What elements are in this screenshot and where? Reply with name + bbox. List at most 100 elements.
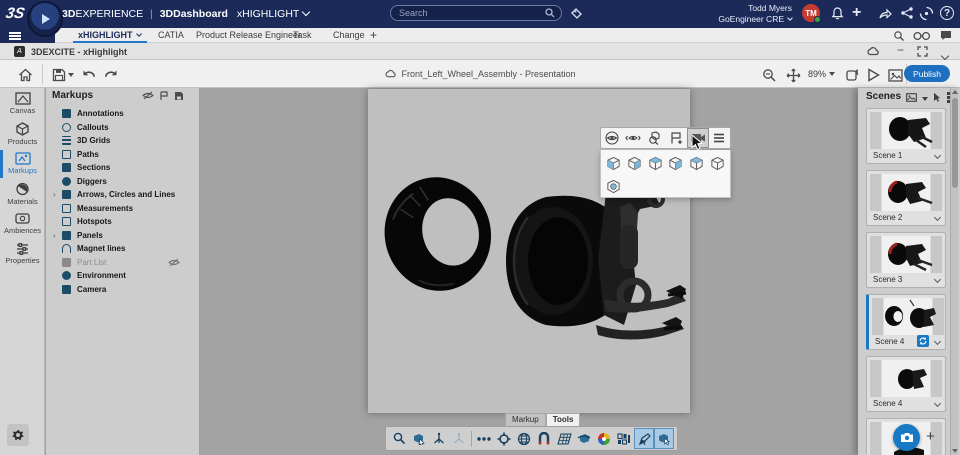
scene-card-3[interactable]: Scene 3 <box>866 232 946 288</box>
scene-card-4-selected[interactable]: Scene 4 <box>866 294 946 350</box>
capture-scene-button[interactable] <box>893 424 920 451</box>
axis-triad-disabled-icon[interactable] <box>449 428 469 449</box>
chevron-down-icon[interactable] <box>934 214 941 221</box>
scene-card-2[interactable]: Scene 2 <box>866 170 946 226</box>
tab-change[interactable]: Change <box>333 30 365 40</box>
scrollbar-thumb[interactable] <box>952 98 958 188</box>
markup-item-camera[interactable]: Camera <box>46 283 200 297</box>
zoom-level[interactable]: 89% <box>808 69 835 79</box>
tab-xhighlight[interactable]: xHIGHLIGHT <box>78 30 141 40</box>
markup-item-hotspots[interactable]: Hotspots <box>46 215 200 229</box>
panels-icon[interactable] <box>614 428 634 449</box>
tab-catia[interactable]: CATIA <box>158 30 184 40</box>
axis-triad-icon[interactable] <box>429 428 449 449</box>
view-bottom-cube-icon[interactable] <box>707 153 728 173</box>
view-back-cube-icon[interactable] <box>624 153 645 173</box>
zoom-icon[interactable] <box>760 66 778 84</box>
color-wheel-icon[interactable] <box>594 428 614 449</box>
notifications-bell-icon[interactable] <box>830 6 846 22</box>
chevron-down-icon[interactable] <box>934 276 941 283</box>
markup-item-annotations[interactable]: Annotations <box>46 107 200 121</box>
scroll-up-icon[interactable] <box>952 90 958 94</box>
markup-item-paths[interactable]: Paths <box>46 148 200 162</box>
fullscreen-icon[interactable] <box>917 46 928 57</box>
help-icon[interactable]: ? <box>940 6 954 20</box>
pointer-select-icon[interactable] <box>634 428 654 449</box>
zoom-icon[interactable] <box>389 428 409 449</box>
image-icon[interactable] <box>886 66 904 84</box>
avatar[interactable]: TM <box>802 4 820 22</box>
tab-task[interactable]: Task <box>293 30 312 40</box>
caret-down-icon[interactable] <box>922 97 928 101</box>
flag-icon[interactable] <box>159 91 169 101</box>
target-icon[interactable] <box>494 428 514 449</box>
global-search[interactable] <box>390 5 562 21</box>
sidebar-item-canvas[interactable]: Canvas <box>0 92 45 122</box>
chevron-down-icon[interactable] <box>934 338 941 345</box>
settings-gear-icon[interactable] <box>7 424 29 446</box>
sidebar-item-properties[interactable]: Properties <box>0 242 45 272</box>
share-icon[interactable] <box>878 6 894 22</box>
section-cube-icon[interactable] <box>574 428 594 449</box>
cube-zoom-icon[interactable] <box>644 128 666 148</box>
tab-product-release-engineer[interactable]: Product Release Engineer <box>196 30 301 40</box>
sidebar-item-materials[interactable]: Materials <box>0 182 45 212</box>
chat-icon[interactable] <box>940 30 952 41</box>
reader-glasses-icon[interactable] <box>913 31 931 41</box>
chevron-down-icon[interactable] <box>934 152 941 159</box>
markup-item-panels[interactable]: ›Panels <box>46 229 200 243</box>
view-left-cube-icon[interactable] <box>645 153 666 173</box>
hidden-eye-icon[interactable] <box>168 258 180 267</box>
manipulate-cube-icon[interactable] <box>409 428 429 449</box>
save-state-icon[interactable] <box>174 91 184 101</box>
compass-icon[interactable] <box>919 6 935 22</box>
magnet-icon[interactable] <box>534 428 554 449</box>
sidebar-item-markups[interactable]: Markups <box>0 152 45 182</box>
pan-icon[interactable] <box>784 66 802 84</box>
sync-icon[interactable] <box>917 335 929 347</box>
add-scene-button[interactable]: + <box>926 428 935 445</box>
scenes-scrollbar[interactable] <box>950 88 958 455</box>
turntable-icon[interactable] <box>842 66 860 84</box>
cloud-icon[interactable] <box>866 46 880 56</box>
view-iso-cube-icon[interactable] <box>603 176 624 196</box>
add-icon[interactable]: + <box>852 5 868 21</box>
search-input[interactable] <box>397 7 545 19</box>
scroll-down-icon[interactable] <box>952 449 958 453</box>
add-tab-button[interactable]: + <box>370 28 377 42</box>
chevron-down-icon[interactable] <box>934 400 941 407</box>
tag-icon[interactable] <box>570 7 583 20</box>
scene-card-1[interactable]: Scene 1 <box>866 108 946 164</box>
view-top-cube-icon[interactable] <box>686 153 707 173</box>
hamburger-menu-icon[interactable] <box>9 32 21 40</box>
tab-tools[interactable]: Tools <box>546 413 581 426</box>
markup-item-measurements[interactable]: Measurements <box>46 202 200 216</box>
expand-caret-icon[interactable]: › <box>53 231 56 240</box>
tab-markup[interactable]: Markup <box>505 413 546 426</box>
flag-add-icon[interactable] <box>666 128 688 148</box>
cube-select-icon[interactable] <box>654 428 674 449</box>
markup-item-sections[interactable]: Sections <box>46 161 200 175</box>
image-icon[interactable] <box>906 93 917 102</box>
markup-item-arrows-circles-lines[interactable]: ›Arrows, Circles and Lines <box>46 188 200 202</box>
eye-target-icon[interactable] <box>601 128 623 148</box>
markup-item-part-list[interactable]: Part List <box>46 256 200 270</box>
search-icon[interactable] <box>545 8 555 18</box>
sidebar-item-products[interactable]: Products <box>0 122 45 152</box>
user-menu[interactable]: Todd Myers GoEngineer CRE <box>718 3 792 25</box>
collaborate-nodes-icon[interactable] <box>900 6 916 22</box>
compass-menu-button[interactable] <box>27 1 63 37</box>
play-icon[interactable] <box>864 66 882 84</box>
markup-item-magnet-lines[interactable]: Magnet lines <box>46 242 200 256</box>
eye-arrows-icon[interactable] <box>623 128 645 148</box>
view-front-cube-icon[interactable] <box>603 153 624 173</box>
globe-icon[interactable] <box>514 428 534 449</box>
minimize-icon[interactable]: − <box>897 43 904 57</box>
markup-item-3d-grids[interactable]: 3D Grids <box>46 134 200 148</box>
advanced-search-icon[interactable] <box>893 30 905 42</box>
sidebar-item-ambiences[interactable]: Ambiences <box>0 212 45 242</box>
app-breadcrumb[interactable]: 3DEXPERIENCE | 3DDashboard xHIGHLIGHT <box>62 8 309 20</box>
markup-item-diggers[interactable]: Diggers <box>46 175 200 189</box>
grid-plane-icon[interactable] <box>554 428 574 449</box>
view-right-cube-icon[interactable] <box>665 153 686 173</box>
